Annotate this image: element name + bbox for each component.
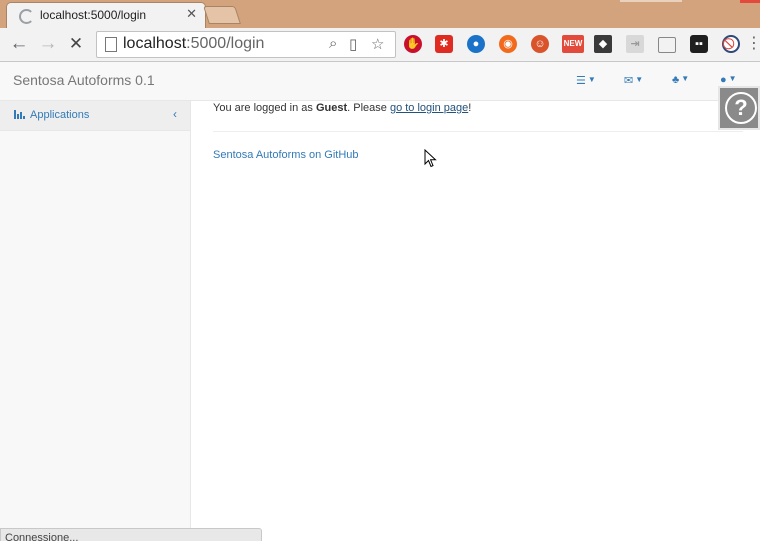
new-badge-extension-icon[interactable]: NEW: [562, 35, 584, 53]
window-controls: [620, 0, 682, 2]
firefox-style-extension-icon[interactable]: ◉: [499, 35, 517, 53]
chevron-down-icon: ▼: [728, 74, 737, 83]
page-icon: [105, 37, 117, 52]
mouse-cursor-icon: [424, 149, 437, 168]
address-bar[interactable]: localhost:5000/login ⌕ ▯ ☆: [96, 31, 396, 58]
login-status-message: You are logged in as Guest. Please go to…: [213, 102, 472, 114]
login-page-link[interactable]: go to login page: [390, 102, 468, 114]
forward-arrow-icon[interactable]: →: [36, 32, 60, 56]
browser-tab[interactable]: localhost:5000/login ✕: [6, 2, 206, 29]
cast-icon[interactable]: [658, 37, 676, 53]
window-close-button[interactable]: [740, 0, 760, 3]
browser-toolbar: ← → ✕ localhost:5000/login ⌕ ▯ ☆ ✋ ✱ ● ◉…: [0, 28, 760, 62]
app-navbar: Sentosa Autoforms 0.1 ☰ ▼ ✉ ▼ ♣ ▼ ● ▼: [0, 62, 760, 101]
glasses-extension-icon[interactable]: ▪▪: [690, 35, 708, 53]
chevron-down-icon: ▼: [681, 74, 690, 83]
tab-title: localhost:5000/login: [40, 8, 147, 22]
alerts-dropdown[interactable]: ♣ ▼: [672, 74, 689, 86]
url-text[interactable]: localhost:5000/login: [123, 35, 264, 53]
main-content: You are logged in as Guest. Please go to…: [191, 101, 760, 540]
stop-loading-icon[interactable]: ✕: [64, 32, 88, 56]
bar-chart-icon: [14, 110, 25, 119]
new-tab-button[interactable]: [203, 6, 241, 24]
envelope-icon: ✉: [624, 75, 634, 87]
user-icon: ●: [720, 74, 727, 86]
zoom-icon[interactable]: ⌕: [329, 35, 337, 52]
shield-extension-icon[interactable]: ◆: [594, 35, 612, 53]
back-arrow-icon[interactable]: ←: [7, 32, 31, 56]
browser-titlebar: localhost:5000/login ✕: [0, 0, 760, 29]
chrome-menu-icon[interactable]: ⋮: [746, 32, 760, 56]
santa-extension-icon[interactable]: ☺: [531, 35, 549, 53]
adblock-icon[interactable]: ✋: [404, 35, 422, 53]
bookmark-star-icon[interactable]: ☆: [371, 35, 384, 53]
close-tab-icon[interactable]: ✕: [186, 6, 197, 22]
divider: [213, 131, 743, 132]
tasks-icon: ☰: [576, 75, 586, 87]
app-brand[interactable]: Sentosa Autoforms 0.1: [13, 72, 155, 88]
block-extension-icon[interactable]: ⃠: [722, 35, 740, 53]
dev-tools-extension-icon[interactable]: ●: [467, 35, 485, 53]
chevron-down-icon: ▼: [587, 75, 596, 84]
loading-spinner-icon: [19, 9, 34, 24]
chevron-down-icon: ▼: [635, 75, 644, 84]
reader-extension-icon[interactable]: ⇥: [626, 35, 644, 53]
tasks-dropdown[interactable]: ☰ ▼: [576, 74, 596, 87]
tab-sharing-icon[interactable]: ▯: [349, 35, 357, 53]
sidebar-item-label: Applications: [30, 109, 90, 121]
user-dropdown[interactable]: ● ▼: [720, 74, 737, 86]
sidebar: Applications ‹: [0, 101, 191, 540]
bell-icon: ♣: [672, 74, 680, 86]
status-bubble: Connessione...: [0, 528, 262, 541]
chevron-left-icon[interactable]: ‹: [173, 107, 177, 121]
lastpass-icon[interactable]: ✱: [435, 35, 453, 53]
username: Guest: [315, 102, 348, 114]
sidebar-item-applications[interactable]: Applications ‹: [0, 101, 190, 131]
messages-dropdown[interactable]: ✉ ▼: [624, 74, 643, 87]
github-link[interactable]: Sentosa Autoforms on GitHub: [213, 149, 359, 161]
